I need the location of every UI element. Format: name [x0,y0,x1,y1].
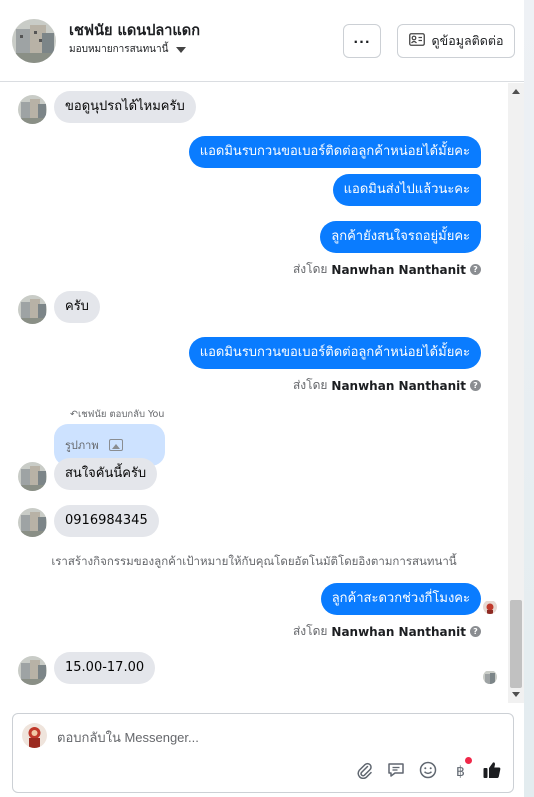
more-icon: ··· [353,33,371,49]
conversation-header: เชฟนัย แดนปลาแดก มอบหมายการสนทนานี้ ··· … [0,0,524,82]
incoming-message[interactable]: สนใจคันนี้ครับ [54,458,158,490]
reply-indicator: ↶เชฟนัย ตอบกลับ You [70,407,164,422]
info-icon[interactable]: ? [470,626,481,637]
quoted-text: รูปภาพ [65,439,99,452]
contact-info-label: ดูข้อมูลติดต่อ [431,33,504,48]
outgoing-message[interactable]: แอดมินรบกวนขอเบอร์ติดต่อลูกค้าหน่อยได้มั… [188,136,481,168]
more-options-button[interactable]: ··· [343,24,381,58]
message-thread[interactable]: ขอดูนุปรถได้ไหมครับ แอดมินรบกวนขอเบอร์ติ… [0,83,508,703]
contact-avatar-small [18,656,47,685]
saved-reply-icon[interactable] [386,760,406,780]
system-notice: เราสร้างกิจกรรมของลูกค้าเป้าหมายให้กับคุ… [51,554,457,568]
info-icon[interactable]: ? [470,380,481,391]
sender-name: Nanwhan Nanthanit [331,262,466,277]
page-edge [524,0,534,797]
incoming-message[interactable]: 0916984345 [54,505,159,537]
view-contact-info-button[interactable]: ดูข้อมูลติดต่อ [397,24,515,58]
sent-by-prefix: ส่งโดย [292,624,328,638]
assign-label: มอบหมายการสนทนานี้ [69,44,169,55]
like-icon[interactable] [482,760,502,780]
scroll-down-arrow-icon[interactable] [512,692,520,697]
info-icon[interactable]: ? [470,264,481,275]
reply-label-text: เชฟนัย ตอบกลับ You [77,409,165,420]
contact-avatar-small [18,95,47,124]
contact-avatar-small [18,462,47,491]
image-icon [108,439,123,451]
sent-by-label: ส่งโดย Nanwhan Nanthanit ? [293,376,481,395]
outgoing-message[interactable]: แอดมินส่งไปแล้วนะคะ [332,174,481,206]
contact-avatar[interactable] [12,19,56,63]
outgoing-message[interactable]: ลูกค้าสะดวกช่วงกี่โมงคะ [320,583,481,615]
contact-card-icon [408,33,425,49]
seen-avatar [483,600,497,614]
incoming-message[interactable]: ขอดูนุปรถได้ไหมครับ [54,91,196,123]
sent-by-label: ส่งโดย Nanwhan Nanthanit ? [293,622,481,641]
chat-scrollbar[interactable] [508,83,524,703]
contact-avatar-small [18,508,47,537]
scroll-up-arrow-icon[interactable] [512,89,520,94]
baht-icon[interactable]: ฿ [450,757,472,780]
sender-name: Nanwhan Nanthanit [331,624,466,639]
sent-by-prefix: ส่งโดย [292,378,328,392]
incoming-message[interactable]: ครับ [54,291,100,323]
contact-name: เชฟนัย แดนปลาแดก [69,23,200,39]
assign-conversation-dropdown[interactable]: มอบหมายการสนทนานี้ [69,42,187,57]
contact-avatar-small [18,295,47,324]
emoji-icon[interactable] [418,760,438,780]
incoming-message[interactable]: 15.00-17.00 [54,652,156,684]
reply-input[interactable] [57,728,477,746]
sender-name: Nanwhan Nanthanit [331,378,466,393]
svg-text:฿: ฿ [456,764,465,779]
sent-by-label: ส่งโดย Nanwhan Nanthanit ? [293,260,481,279]
sent-by-prefix: ส่งโดย [292,262,328,276]
attach-icon[interactable] [354,760,374,780]
user-avatar [22,723,47,748]
message-composer: ฿ [12,713,514,793]
outgoing-message[interactable]: แอดมินรบกวนขอเบอร์ติดต่อลูกค้าหน่อยได้มั… [188,337,481,369]
outgoing-message[interactable]: ลูกค้ายังสนใจรถอยู่มั้ยคะ [320,221,481,253]
seen-avatar [483,670,497,684]
caret-down-icon [176,46,187,53]
notification-dot [465,757,472,764]
scrollbar-thumb[interactable] [510,600,522,688]
reply-arrow-icon: ↶ [70,409,78,420]
